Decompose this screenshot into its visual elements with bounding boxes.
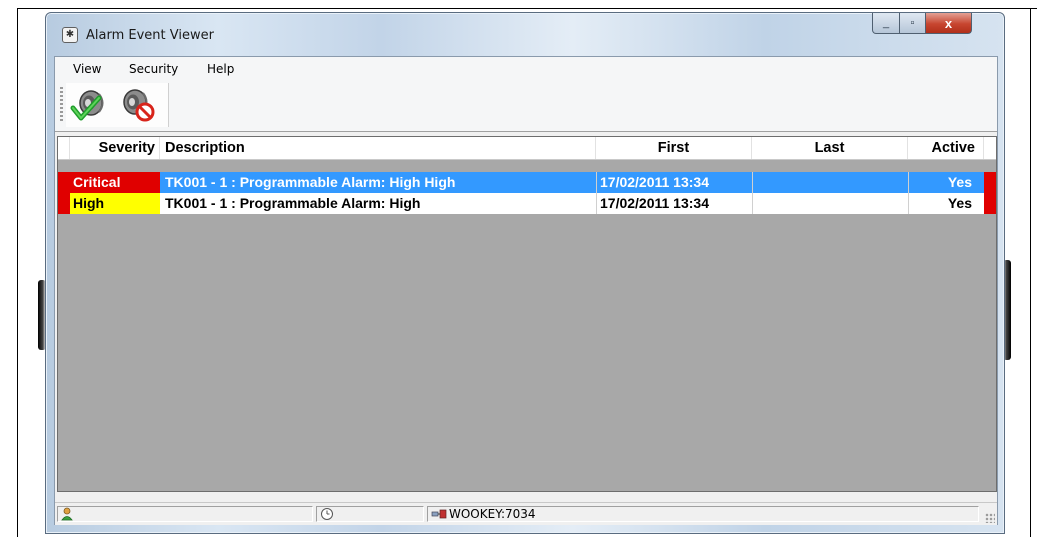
column-header-active[interactable]: Active (908, 137, 984, 159)
speaker-mute-icon (123, 89, 155, 122)
status-connection-pane: WOOKEY:7034 (427, 506, 979, 522)
status-bar: WOOKEY:7034 (55, 502, 997, 525)
column-header-severity[interactable]: Severity (70, 137, 160, 159)
alarm-row[interactable]: High TK001 - 1 : Programmable Alarm: Hig… (58, 193, 996, 214)
silence-alarms-button[interactable] (118, 88, 158, 124)
severity-cell: High (70, 193, 160, 214)
menu-view[interactable]: View (73, 62, 101, 76)
active-cell: Yes (908, 193, 984, 214)
description-cell: TK001 - 1 : Programmable Alarm: High (165, 195, 421, 211)
last-cell (752, 172, 908, 193)
first-cell: 17/02/2011 13:34 (596, 193, 752, 214)
last-cell (752, 193, 908, 214)
close-button[interactable]: x (925, 13, 972, 34)
app-icon[interactable]: ✱ (62, 27, 78, 43)
resize-grip[interactable] (985, 513, 995, 523)
maximize-button[interactable]: ▫ (899, 13, 926, 34)
clock-icon (321, 508, 333, 520)
outer-frame-left (17, 8, 18, 537)
toolbar-panel (66, 83, 169, 127)
alarm-indicator-right (984, 193, 996, 214)
status-user-pane (57, 506, 313, 522)
description-cell: TK001 - 1 : Programmable Alarm: High Hig… (165, 174, 456, 190)
maximize-icon: ▫ (910, 17, 915, 29)
acknowledge-alarms-button[interactable] (69, 88, 109, 124)
severity-cell: Critical (70, 172, 160, 193)
alarm-indicator-left (58, 193, 70, 214)
menu-security-label: Security (129, 62, 179, 76)
alarm-row[interactable]: Critical TK001 - 1 : Programmable Alarm:… (58, 172, 996, 193)
column-header-last[interactable]: Last (752, 137, 908, 159)
client-area: View Security Help Severity Description … (54, 56, 998, 525)
menu-security[interactable]: Security (129, 62, 178, 76)
column-header-first[interactable]: First (596, 137, 752, 159)
active-cell: Yes (908, 172, 984, 193)
user-icon (61, 507, 73, 521)
list-header: Severity Description First Last Active (58, 137, 996, 160)
outer-frame-right (1030, 8, 1031, 537)
column-header-description[interactable]: Description (160, 137, 596, 159)
alarm-list[interactable]: Severity Description First Last Active C… (57, 136, 997, 492)
toolbar-grip[interactable] (60, 87, 63, 123)
menu-help-label: Help (207, 62, 235, 76)
network-icon (431, 509, 447, 519)
alarm-event-viewer-window: ✱ Alarm Event Viewer _ ▫ x View Security… (45, 12, 1005, 534)
menu-bar: View Security Help (55, 57, 997, 81)
outer-frame-top (17, 8, 1037, 9)
alarm-indicator-left (58, 172, 70, 193)
connection-label: WOOKEY:7034 (449, 507, 536, 521)
toolbar (55, 81, 997, 132)
close-icon: x (944, 15, 953, 31)
menu-view-label: View (73, 62, 102, 76)
menu-help[interactable]: Help (207, 62, 234, 76)
status-time-pane (316, 506, 424, 522)
title-bar[interactable]: ✱ Alarm Event Viewer (46, 13, 1004, 57)
speaker-check-icon (70, 90, 104, 121)
header-strip (58, 137, 70, 159)
minimize-button[interactable]: _ (872, 13, 900, 34)
window-title: Alarm Event Viewer (86, 28, 214, 43)
minimize-icon: _ (882, 17, 890, 29)
alarm-indicator-right (984, 172, 996, 193)
first-cell: 17/02/2011 13:34 (596, 172, 752, 193)
